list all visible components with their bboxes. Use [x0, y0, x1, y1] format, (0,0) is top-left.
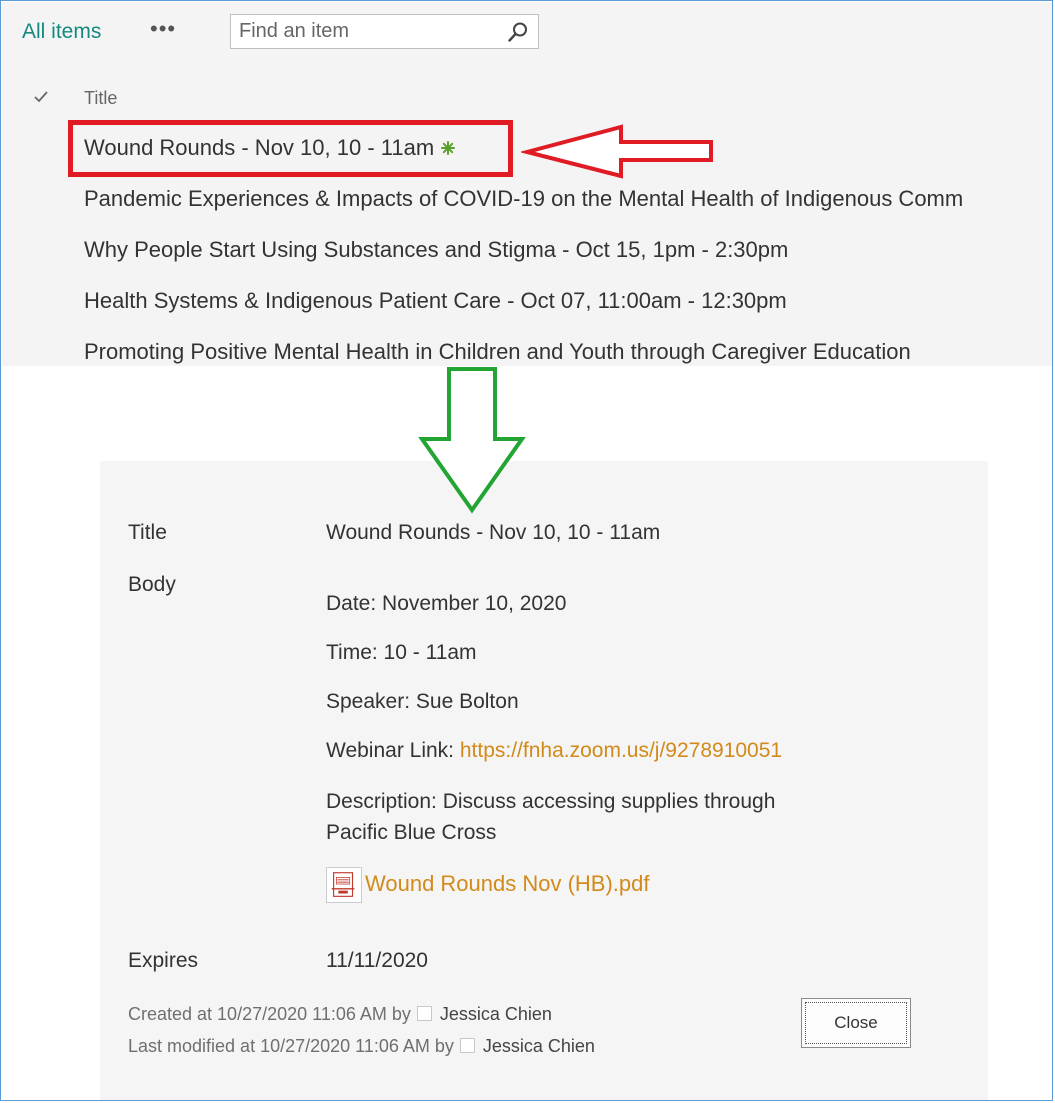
modified-text: Last modified at 10/27/2020 11:06 AM by [128, 1036, 454, 1056]
created-text: Created at 10/27/2020 11:06 AM by [128, 1004, 411, 1024]
search-icon[interactable] [507, 21, 529, 43]
highlight-box [68, 120, 513, 177]
field-label-expires: Expires [128, 949, 199, 972]
field-label-body: Body [128, 573, 176, 596]
body-time: Time: 10 - 11am [326, 641, 477, 664]
body-description-line2: Pacific Blue Cross [326, 821, 497, 844]
field-value-title: Wound Rounds - Nov 10, 10 - 11am [326, 521, 661, 544]
list-view: All items ••• Title Wound Rounds - Nov 1… [2, 2, 1052, 366]
webinar-label: Webinar Link: [326, 739, 460, 762]
close-button[interactable]: Close [801, 998, 911, 1048]
presence-icon [459, 1038, 475, 1053]
pdf-file-icon[interactable] [326, 867, 362, 903]
attachment-link[interactable]: Wound Rounds Nov (HB).pdf [365, 871, 650, 897]
body-speaker: Speaker: Sue Bolton [326, 690, 519, 713]
page-frame: All items ••• Title Wound Rounds - Nov 1… [0, 0, 1053, 1101]
modified-info: Last modified at 10/27/2020 11:06 AM by J… [128, 1036, 595, 1057]
checkmark-icon[interactable] [32, 88, 50, 106]
field-label-title: Title [128, 521, 167, 544]
list-item[interactable]: Promoting Positive Mental Health in Chil… [84, 339, 911, 365]
list-item[interactable]: Why People Start Using Substances and St… [84, 237, 788, 263]
list-item[interactable]: Pandemic Experiences & Impacts of COVID-… [84, 186, 963, 212]
more-options-button[interactable]: ••• [150, 16, 176, 42]
item-details-panel: Title Wound Rounds - Nov 10, 10 - 11am B… [100, 461, 988, 1100]
search-input[interactable] [231, 15, 501, 48]
down-arrow-icon [418, 367, 526, 514]
body-date: Date: November 10, 2020 [326, 592, 567, 615]
presence-icon [416, 1006, 432, 1021]
column-header-title[interactable]: Title [84, 88, 117, 109]
body-description-line1: Description: Discuss accessing supplies … [326, 790, 776, 813]
field-value-expires: 11/11/2020 [326, 949, 428, 972]
body-webinar: Webinar Link: https://fnha.zoom.us/j/927… [326, 739, 782, 763]
left-arrow-icon [521, 124, 713, 179]
list-item[interactable]: Health Systems & Indigenous Patient Care… [84, 288, 787, 314]
view-selector-all-items[interactable]: All items [22, 20, 101, 44]
webinar-link[interactable]: https://fnha.zoom.us/j/9278910051 [460, 739, 782, 762]
modified-by-user[interactable]: Jessica Chien [483, 1036, 595, 1056]
created-info: Created at 10/27/2020 11:06 AM by Jessica… [128, 1004, 552, 1025]
created-by-user[interactable]: Jessica Chien [440, 1004, 552, 1024]
search-box [230, 14, 539, 49]
